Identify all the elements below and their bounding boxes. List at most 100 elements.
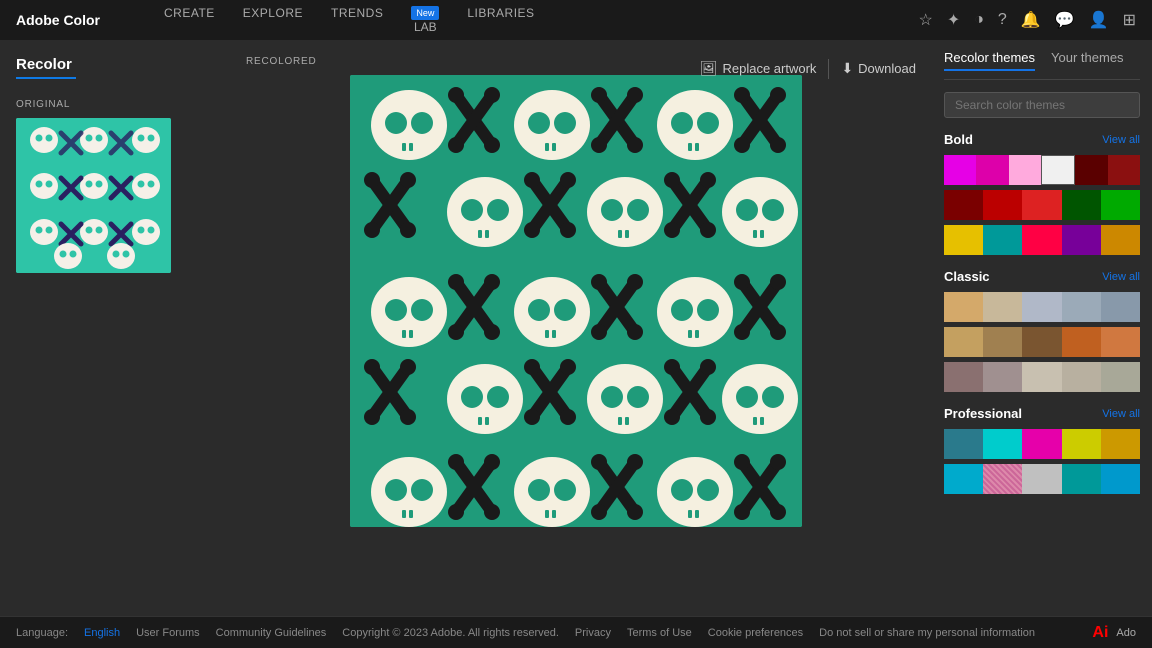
bold-swatch-1-5[interactable] (1075, 155, 1107, 185)
nav-lab-label[interactable]: LAB (414, 20, 437, 34)
classic-swatch-2-5[interactable] (1101, 327, 1140, 357)
left-panel: Recolor ORIGINAL (0, 40, 220, 616)
recolor-title: Recolor (16, 56, 204, 73)
bold-swatch-2-1[interactable] (944, 190, 983, 220)
pro-swatch-2-4[interactable] (1062, 464, 1101, 494)
search-color-themes-input[interactable] (944, 92, 1140, 118)
classic-row-2 (944, 327, 1140, 357)
original-skull-svg (16, 118, 171, 273)
bold-swatch-3-3[interactable] (1022, 225, 1061, 255)
bold-swatch-1-4[interactable] (1041, 155, 1075, 185)
bold-swatch-1-3[interactable] (1009, 155, 1041, 185)
language-value[interactable]: English (84, 627, 120, 639)
classic-swatch-1-4[interactable] (1062, 292, 1101, 322)
pro-swatch-2-1[interactable] (944, 464, 983, 494)
replace-icon: 🖼 (700, 60, 718, 77)
do-not-sell-link[interactable]: Do not sell or share my personal informa… (819, 627, 1035, 639)
bold-row-2 (944, 190, 1140, 220)
classic-swatch-2-4[interactable] (1062, 327, 1101, 357)
bold-swatch-1-1[interactable] (944, 155, 976, 185)
classic-label: Classic (944, 269, 990, 284)
bold-theme-section: Bold View all (944, 132, 1140, 255)
bell-icon[interactable]: 🔔 (1021, 10, 1041, 30)
classic-view-all[interactable]: View all (1102, 271, 1140, 283)
avatar[interactable]: 👤 (1089, 10, 1109, 30)
privacy-link[interactable]: Privacy (575, 627, 611, 639)
recolor-underline (16, 77, 76, 79)
classic-swatch-3-1[interactable] (944, 362, 983, 392)
bold-swatch-1-6[interactable] (1108, 155, 1140, 185)
tab-your-themes[interactable]: Your themes (1051, 50, 1124, 71)
classic-swatch-1-2[interactable] (983, 292, 1022, 322)
professional-theme-section: Professional View all (944, 406, 1140, 494)
classic-row-1 (944, 292, 1140, 322)
professional-label: Professional (944, 406, 1022, 421)
download-icon: ⬇ (841, 60, 853, 77)
terms-link[interactable]: Terms of Use (627, 627, 692, 639)
classic-row-3 (944, 362, 1140, 392)
bold-swatch-3-4[interactable] (1062, 225, 1101, 255)
recolored-label: RECOLORED (246, 56, 317, 67)
color-wheel-icon[interactable]: ◑ (974, 11, 984, 29)
bold-view-all[interactable]: View all (1102, 134, 1140, 146)
nav-lab[interactable]: New LAB (411, 6, 439, 35)
recolored-thumbnail (350, 75, 802, 527)
classic-swatch-1-1[interactable] (944, 292, 983, 322)
bold-label: Bold (944, 132, 973, 147)
star-icon[interactable]: ☆ (919, 10, 933, 30)
bold-swatch-3-5[interactable] (1101, 225, 1140, 255)
professional-theme-header: Professional View all (944, 406, 1140, 421)
nav-explore[interactable]: EXPLORE (243, 6, 303, 35)
classic-theme-section: Classic View all (944, 269, 1140, 392)
adobe-text: Ado (1116, 627, 1136, 639)
classic-swatch-3-4[interactable] (1062, 362, 1101, 392)
footer-adobe-logo: Ai Ado (1092, 624, 1136, 642)
bold-swatch-1-2[interactable] (976, 155, 1008, 185)
pro-swatch-2-2[interactable] (983, 464, 1022, 494)
sun-icon[interactable]: ✦ (947, 10, 960, 30)
nav-libraries[interactable]: LIBRARIES (467, 6, 534, 35)
bold-swatch-2-3[interactable] (1022, 190, 1061, 220)
classic-swatch-1-3[interactable] (1022, 292, 1061, 322)
bold-swatch-2-2[interactable] (983, 190, 1022, 220)
tab-recolor-themes[interactable]: Recolor themes (944, 50, 1035, 71)
bold-swatch-2-4[interactable] (1062, 190, 1101, 220)
classic-swatch-2-3[interactable] (1022, 327, 1061, 357)
download-label: Download (858, 61, 916, 76)
classic-swatch-3-5[interactable] (1101, 362, 1140, 392)
bold-swatch-3-2[interactable] (983, 225, 1022, 255)
chat-icon[interactable]: 💬 (1055, 10, 1075, 30)
nav-trends[interactable]: TRENDS (331, 6, 383, 35)
grid-icon[interactable]: ⊞ (1123, 10, 1136, 30)
replace-artwork-button[interactable]: 🖼 Replace artwork (692, 56, 825, 81)
pro-swatch-1-5[interactable] (1101, 429, 1140, 459)
download-button[interactable]: ⬇ Download (833, 56, 924, 81)
community-guidelines-link[interactable]: Community Guidelines (216, 627, 327, 639)
classic-swatch-3-2[interactable] (983, 362, 1022, 392)
help-icon[interactable]: ? (998, 11, 1007, 29)
professional-view-all[interactable]: View all (1102, 408, 1140, 420)
theme-tabs: Recolor themes Your themes (944, 50, 1140, 80)
original-label: ORIGINAL (16, 99, 204, 110)
pro-swatch-1-2[interactable] (983, 429, 1022, 459)
pro-swatch-1-3[interactable] (1022, 429, 1061, 459)
classic-swatch-1-5[interactable] (1101, 292, 1140, 322)
nav-create[interactable]: CREATE (164, 6, 215, 35)
pro-swatch-2-5[interactable] (1101, 464, 1140, 494)
top-nav: Adobe Color CREATE EXPLORE TRENDS New LA… (0, 0, 1152, 40)
classic-swatch-2-2[interactable] (983, 327, 1022, 357)
classic-swatch-2-1[interactable] (944, 327, 983, 357)
pro-swatch-2-3[interactable] (1022, 464, 1061, 494)
pro-swatch-1-1[interactable] (944, 429, 983, 459)
cookie-link[interactable]: Cookie preferences (708, 627, 803, 639)
pro-swatch-1-4[interactable] (1062, 429, 1101, 459)
center-panel: RECOLORED (220, 40, 932, 616)
bold-swatch-2-5[interactable] (1101, 190, 1140, 220)
bold-swatch-3-1[interactable] (944, 225, 983, 255)
classic-theme-header: Classic View all (944, 269, 1140, 284)
user-forums-link[interactable]: User Forums (136, 627, 200, 639)
classic-swatch-3-3[interactable] (1022, 362, 1061, 392)
adobe-icon: Ai (1092, 624, 1108, 642)
nav-right-icons: ☆ ✦ ◑ ? 🔔 💬 👤 ⊞ (919, 10, 1137, 30)
main-container: Recolor ORIGINAL (0, 40, 1152, 616)
